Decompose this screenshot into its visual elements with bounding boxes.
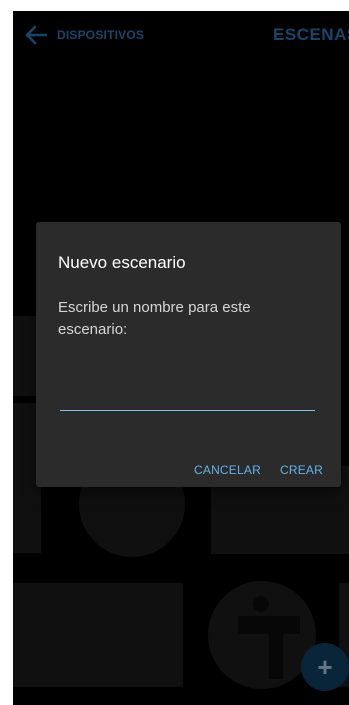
dialog-message: Escribe un nombre para este escenario: [58,299,251,338]
new-scene-dialog: Nuevo escenario Escribe un nombre para e… [36,222,341,487]
dialog-title: Nuevo escenario [58,253,186,272]
scene-name-input[interactable] [60,384,315,411]
app-screen: DISPOSITIVOS ESCENAS + Nuevo escenario E… [13,11,349,705]
cancel-button[interactable]: CANCELAR [194,463,261,477]
create-button[interactable]: CREAR [280,463,323,477]
